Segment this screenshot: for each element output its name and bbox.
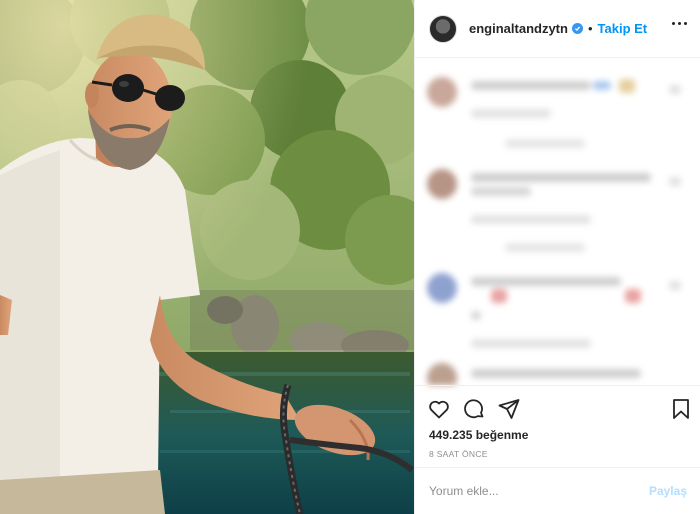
comment-meta xyxy=(471,339,591,348)
comment-avatar xyxy=(427,363,457,385)
bookmark-icon[interactable] xyxy=(669,397,693,421)
comment-like-icon xyxy=(669,177,681,186)
comment-meta xyxy=(471,109,551,118)
comment-replies xyxy=(505,243,585,252)
comment-avatar xyxy=(427,77,457,107)
comment-text xyxy=(471,81,591,90)
comment-icon[interactable] xyxy=(462,397,486,421)
share-icon[interactable] xyxy=(497,397,521,421)
comment-text xyxy=(471,369,641,378)
verified-badge-icon xyxy=(571,23,583,34)
comment-text xyxy=(471,173,651,182)
comment-emoji xyxy=(619,79,635,93)
comment-avatar xyxy=(427,273,457,303)
likes-count[interactable]: 449.235 beğenme xyxy=(429,428,528,442)
comment-replies xyxy=(505,139,585,148)
post-actions: 449.235 beğenme 8 SAAT ÖNCE xyxy=(415,385,700,467)
follow-button[interactable]: Takip Et xyxy=(598,21,648,36)
post-comment-button[interactable]: Paylaş xyxy=(649,484,687,498)
add-comment-bar: Paylaş xyxy=(415,467,700,514)
comment-text xyxy=(471,311,481,320)
comment-avatar xyxy=(427,169,457,199)
comment-text xyxy=(471,187,531,196)
post-header: enginaltandzytn • Takip Et xyxy=(415,0,700,58)
header-separator: • xyxy=(587,21,593,36)
post-photo-illustration xyxy=(0,0,414,514)
comment-like-icon xyxy=(669,281,681,290)
comment-meta xyxy=(471,215,591,224)
comment-emoji xyxy=(625,289,641,303)
comment-text xyxy=(471,277,621,286)
comment-like-icon xyxy=(669,85,681,94)
heart-icon[interactable] xyxy=(427,397,451,421)
comment-input[interactable] xyxy=(429,484,649,498)
post-side-panel: enginaltandzytn • Takip Et 449.235 beğen… xyxy=(414,0,700,514)
post-timestamp[interactable]: 8 SAAT ÖNCE xyxy=(429,449,488,459)
author-avatar[interactable] xyxy=(429,14,457,43)
more-options-icon[interactable] xyxy=(672,22,687,25)
comments-list[interactable] xyxy=(415,59,700,385)
comment-emoji xyxy=(491,289,507,303)
author-username[interactable]: enginaltandzytn xyxy=(469,21,568,36)
post-photo[interactable] xyxy=(0,0,414,514)
comment-text xyxy=(593,81,611,90)
